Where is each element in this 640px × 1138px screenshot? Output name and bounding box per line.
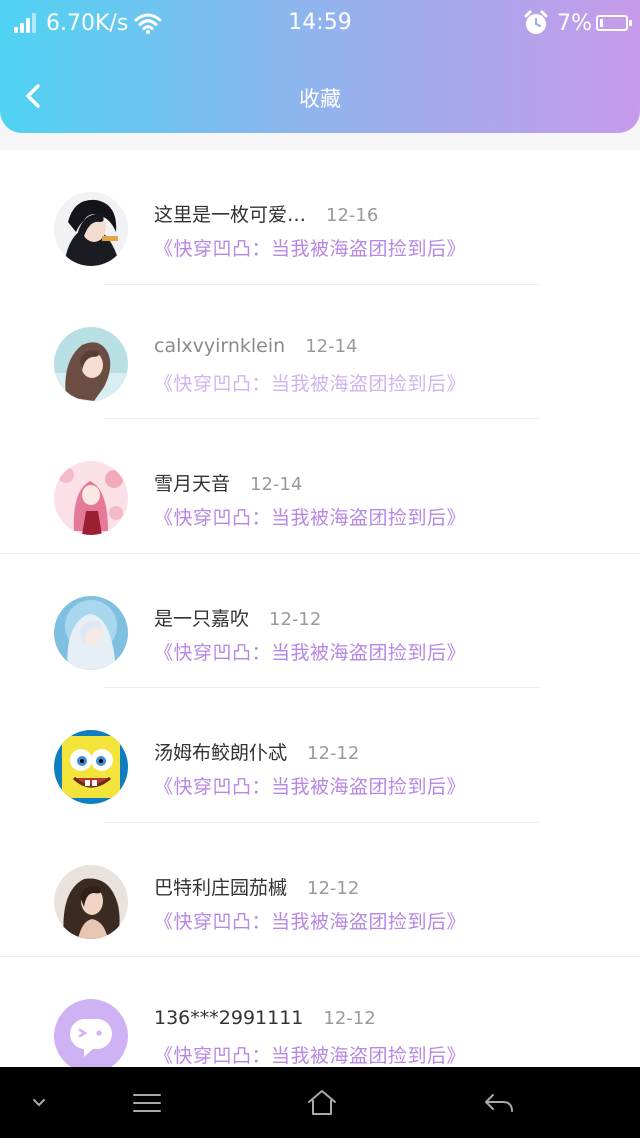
app-header: 6.70K/s 14:59 7% 收藏 xyxy=(0,0,640,133)
list-item[interactable]: calxvyirnklein 12-14 《快穿凹凸：当我被海盗团捡到后》 xyxy=(0,285,640,419)
name-line: 这里是一枚可爱… 12-16 xyxy=(154,200,378,227)
user-name: 这里是一枚可爱… xyxy=(154,204,307,226)
book-title-link[interactable]: 《快穿凹凸：当我被海盗团捡到后》 xyxy=(154,369,466,396)
home-icon xyxy=(308,1089,336,1115)
avatar[interactable] xyxy=(54,461,128,535)
list-item[interactable]: 汤姆布鲛朗仆忒 12-12 《快穿凹凸：当我被海盗团捡到后》 xyxy=(0,688,640,823)
status-right: 7% xyxy=(523,8,632,38)
avatar[interactable] xyxy=(54,730,128,804)
page-title: 收藏 xyxy=(299,87,341,111)
list-item[interactable]: 雪月天音 12-14 《快穿凹凸：当我被海盗团捡到后》 xyxy=(0,419,640,554)
list-item[interactable]: 巴特利庄园茄槭 12-12 《快穿凹凸：当我被海盗团捡到后》 xyxy=(0,823,640,957)
favorite-date: 12-12 xyxy=(323,1008,376,1029)
avatar[interactable] xyxy=(54,864,128,939)
chevron-down-icon xyxy=(33,1098,45,1106)
favorite-date: 12-12 xyxy=(307,743,360,764)
name-line: calxvyirnklein 12-14 xyxy=(154,335,358,357)
favorite-date: 12-16 xyxy=(326,205,379,226)
name-line: 136***2991111 12-12 xyxy=(154,1007,376,1029)
name-line: 雪月天音 12-14 xyxy=(154,469,302,496)
nav-bar: 收藏 xyxy=(0,60,640,132)
user-name: 巴特利庄园茄槭 xyxy=(154,876,288,899)
back-arrow-icon xyxy=(485,1093,513,1112)
favorite-date: 12-14 xyxy=(305,335,358,357)
book-title-link[interactable]: 《快穿凹凸：当我被海盗团捡到后》 xyxy=(154,772,466,799)
alarm-icon xyxy=(524,10,548,34)
favorite-date: 12-12 xyxy=(307,877,360,899)
avatar[interactable] xyxy=(54,999,128,1067)
user-name: 是一只嘉吹 xyxy=(154,607,250,630)
avatar[interactable] xyxy=(54,192,128,266)
book-title-link[interactable]: 《快穿凹凸：当我被海盗团捡到后》 xyxy=(154,503,466,530)
battery-percent: 7% xyxy=(557,10,592,36)
menu-button[interactable] xyxy=(126,1067,168,1138)
favorites-list: 这里是一枚可爱… 12-16 《快穿凹凸：当我被海盗团捡到后》 calxvyir… xyxy=(0,150,640,1067)
book-title-link[interactable]: 《快穿凹凸：当我被海盗团捡到后》 xyxy=(154,234,466,261)
name-line: 是一只嘉吹 12-12 xyxy=(154,604,321,631)
book-title-link[interactable]: 《快穿凹凸：当我被海盗团捡到后》 xyxy=(154,907,466,934)
user-name: calxvyirnklein xyxy=(154,334,286,357)
battery-icon xyxy=(596,15,632,31)
list-item[interactable]: 136***2991111 12-12 《快穿凹凸：当我被海盗团捡到后》 xyxy=(0,957,640,1067)
book-title-link[interactable]: 《快穿凹凸：当我被海盗团捡到后》 xyxy=(154,1041,466,1067)
favorite-date: 12-12 xyxy=(269,608,322,630)
user-name: 汤姆布鲛朗仆忒 xyxy=(154,742,288,764)
user-name: 雪月天音 xyxy=(154,473,231,495)
system-navigation-bar xyxy=(0,1067,640,1138)
avatar[interactable] xyxy=(54,326,128,401)
name-line: 巴特利庄园茄槭 12-12 xyxy=(154,873,359,900)
list-item[interactable]: 是一只嘉吹 12-12 《快穿凹凸：当我被海盗团捡到后》 xyxy=(0,554,640,688)
favorite-date: 12-14 xyxy=(250,474,303,495)
status-bar: 6.70K/s 14:59 7% xyxy=(0,0,640,46)
user-name: 136***2991111 xyxy=(154,1007,304,1029)
menu-icon xyxy=(133,1093,161,1112)
home-button[interactable] xyxy=(300,1067,344,1138)
book-title-link[interactable]: 《快穿凹凸：当我被海盗团捡到后》 xyxy=(154,638,466,665)
avatar[interactable] xyxy=(54,595,128,670)
system-back-button[interactable] xyxy=(478,1067,520,1138)
list-item[interactable]: 这里是一枚可爱… 12-16 《快穿凹凸：当我被海盗团捡到后》 xyxy=(0,150,640,285)
collapse-nav-button[interactable] xyxy=(24,1067,54,1138)
name-line: 汤姆布鲛朗仆忒 12-12 xyxy=(154,738,359,765)
